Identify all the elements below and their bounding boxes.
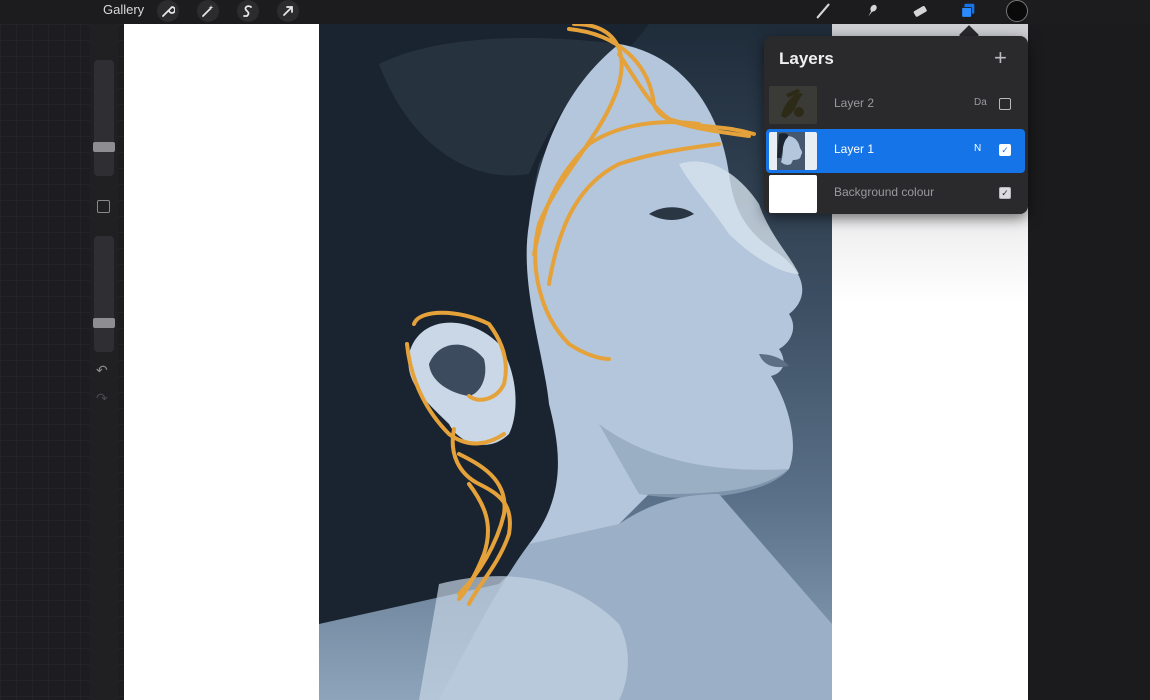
layer-thumbnail — [769, 86, 817, 124]
right-workspace — [1028, 24, 1150, 700]
brush-size-slider[interactable] — [94, 60, 114, 176]
reference-photo — [319, 24, 832, 700]
visibility-checkbox[interactable]: ✓ — [999, 144, 1011, 156]
blend-mode-button[interactable]: Da — [974, 97, 987, 108]
gallery-button[interactable]: Gallery — [103, 2, 144, 17]
modify-square-icon[interactable] — [97, 200, 110, 213]
brush-size-thumb[interactable] — [93, 142, 115, 152]
layer-row-layer-2[interactable]: Layer 2 Da — [766, 83, 1025, 127]
plus-icon[interactable]: + — [994, 45, 1007, 71]
smudge-icon[interactable] — [860, 0, 884, 22]
layers-panel: Layers + Layer 2 Da Layer 1 N ✓ Backgrou… — [764, 36, 1028, 214]
transform-arrow-icon[interactable] — [277, 0, 299, 22]
redo-icon[interactable]: ↷ — [96, 390, 108, 407]
opacity-thumb[interactable] — [93, 318, 115, 328]
selection-icon[interactable] — [237, 0, 259, 22]
wrench-icon[interactable] — [157, 0, 179, 22]
layer-thumbnail — [769, 132, 817, 170]
layer-name: Layer 1 — [834, 142, 875, 156]
layer-name: Layer 2 — [834, 96, 875, 110]
color-swatch[interactable] — [1006, 0, 1028, 22]
top-toolbar: Gallery — [0, 0, 1150, 24]
layer-row-background-colour[interactable]: Background colour ✓ — [766, 172, 1025, 216]
visibility-checkbox[interactable] — [999, 98, 1011, 110]
layer-thumbnail — [769, 175, 817, 213]
undo-icon[interactable]: ↶ — [96, 362, 108, 379]
layer-row-layer-1[interactable]: Layer 1 N ✓ — [766, 129, 1025, 173]
brush-icon[interactable] — [812, 0, 836, 22]
layers-icon[interactable] — [956, 0, 980, 22]
blend-mode-button[interactable]: N — [974, 143, 981, 154]
layers-panel-title: Layers — [779, 49, 834, 68]
eraser-icon[interactable] — [908, 0, 932, 22]
opacity-slider[interactable] — [94, 236, 114, 352]
visibility-checkbox[interactable]: ✓ — [999, 187, 1011, 199]
layer-name: Background colour — [834, 185, 935, 199]
magic-wand-icon[interactable] — [197, 0, 219, 22]
